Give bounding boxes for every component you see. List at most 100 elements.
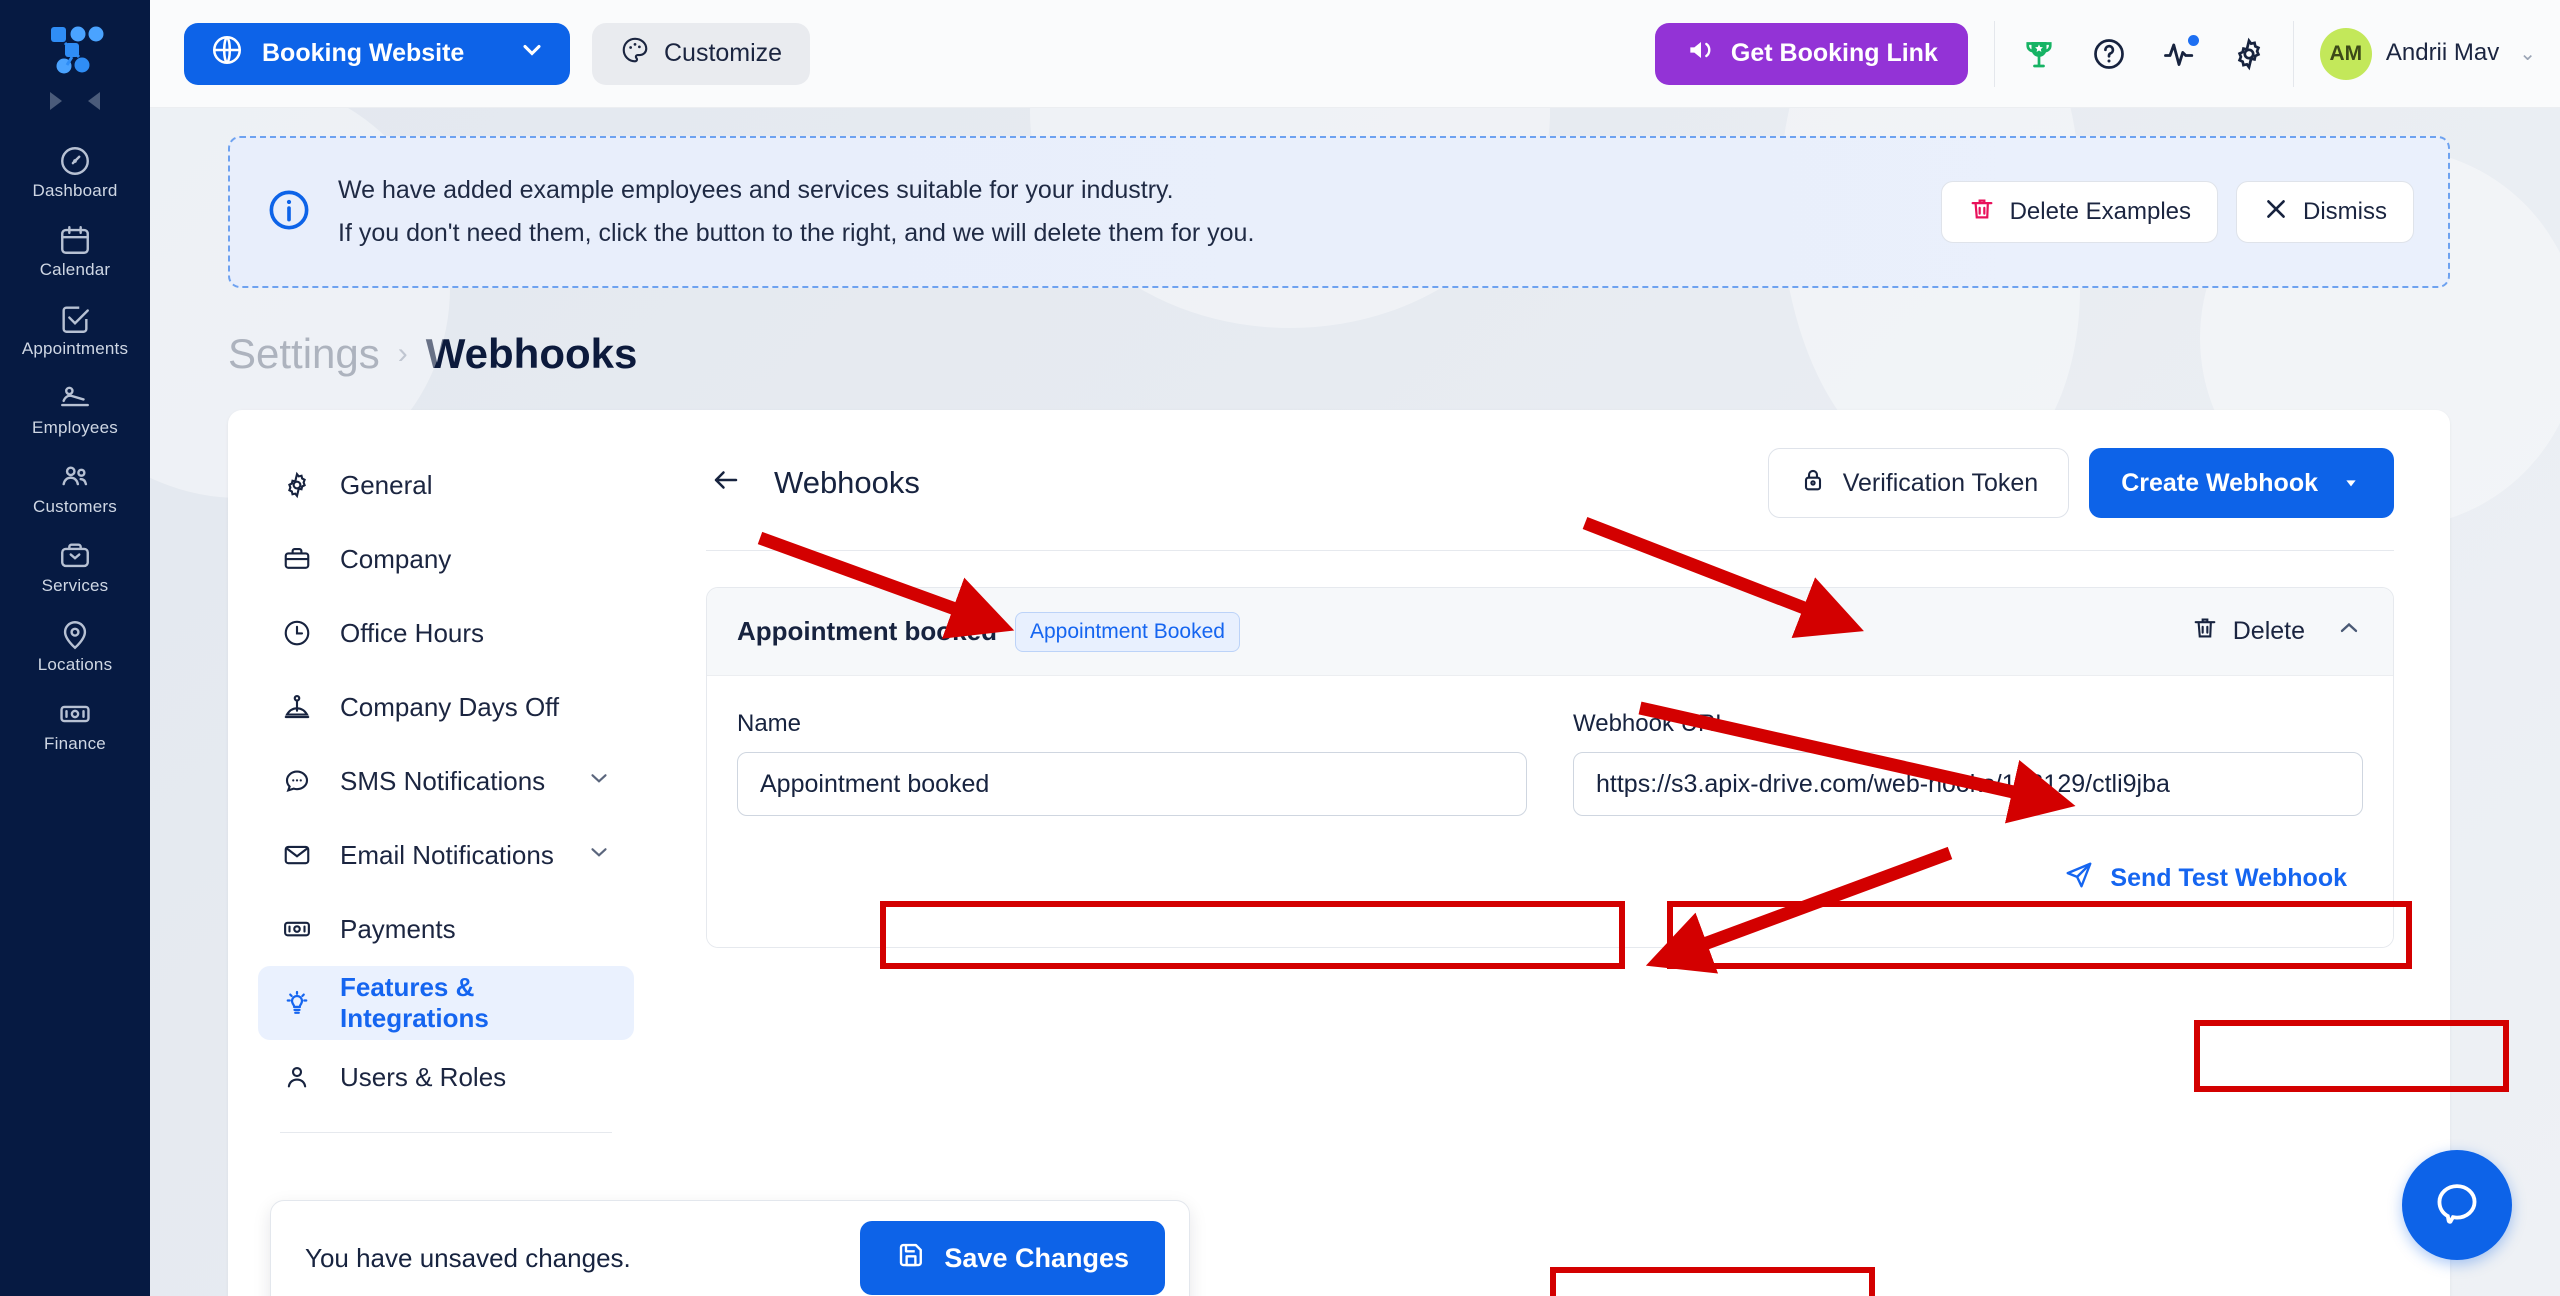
settings-item-office-hours[interactable]: Office Hours: [258, 596, 634, 670]
settings-item-label: Company: [340, 543, 452, 574]
settings-item-label: General: [340, 469, 433, 500]
sidebar-item-locations[interactable]: Locations: [0, 606, 150, 685]
trophy-icon[interactable]: [2021, 36, 2057, 72]
create-webhook-label: Create Webhook: [2121, 468, 2318, 497]
sidebar-item-label: Locations: [37, 655, 113, 674]
briefcase-icon: [280, 544, 314, 574]
sidebar-item-calendar[interactable]: Calendar: [0, 211, 150, 290]
topbar-icon-group: [2021, 34, 2267, 72]
sidebar-item-employees[interactable]: Employees: [0, 369, 150, 448]
palette-icon: [620, 35, 650, 72]
settings-item-company-days-off[interactable]: Company Days Off: [258, 670, 634, 744]
settings-item-sms-notifications[interactable]: SMS Notifications: [258, 744, 634, 818]
webhook-url-input[interactable]: [1573, 752, 2363, 816]
get-booking-link-label: Get Booking Link: [1730, 39, 1938, 67]
banner-actions: Delete Examples Dismiss: [1940, 181, 2414, 243]
webhook-name: Appointment booked: [737, 616, 997, 646]
person-icon: [280, 1062, 314, 1092]
settings-item-company[interactable]: Company: [258, 522, 634, 596]
back-arrow-icon[interactable]: [706, 465, 746, 501]
sidebar-collapse-controls[interactable]: [50, 92, 100, 110]
sidebar-item-customers[interactable]: Customers: [0, 448, 150, 527]
customize-button[interactable]: Customize: [592, 22, 811, 85]
webhook-item: Appointment booked Appointment Booked De…: [706, 587, 2394, 948]
chevron-down-icon[interactable]: [586, 765, 612, 798]
settings-item-label: Office Hours: [340, 617, 485, 648]
sidebar-item-finance[interactable]: Finance: [0, 685, 150, 764]
sidebar-item-label: Employees: [32, 418, 118, 437]
settings-item-label: Company Days Off: [340, 691, 560, 722]
sidebar-item-appointments[interactable]: Appointments: [0, 290, 150, 369]
chevron-up-icon[interactable]: [2335, 614, 2363, 649]
help-icon[interactable]: [2091, 36, 2127, 72]
sidebar-item-label: Customers: [33, 497, 117, 516]
topbar-divider: [1993, 20, 1995, 87]
panel-divider: [706, 550, 2394, 551]
page-title: Webhooks: [425, 330, 638, 377]
delete-examples-button[interactable]: Delete Examples: [1940, 181, 2218, 243]
verification-token-button[interactable]: Verification Token: [1767, 448, 2070, 518]
gear-icon: [280, 470, 314, 500]
user-name: Andrii Mav: [2385, 39, 2500, 67]
app-logo-icon[interactable]: [35, 14, 115, 84]
save-disk-icon: [896, 1240, 926, 1277]
panel-header: Webhooks Verification Token Create Webho…: [706, 448, 2394, 518]
send-icon: [2064, 860, 2094, 897]
help-chat-button[interactable]: [2402, 1150, 2512, 1260]
user-menu[interactable]: AM Andrii Mav ⌄: [2319, 27, 2536, 80]
save-changes-label: Save Changes: [944, 1242, 1129, 1273]
gear-icon[interactable]: [2231, 36, 2267, 72]
customize-label: Customize: [664, 39, 783, 67]
sidebar-item-label: Services: [41, 576, 109, 595]
close-icon: [2263, 196, 2289, 229]
get-booking-link-button[interactable]: Get Booking Link: [1654, 22, 1968, 85]
settings-item-label: SMS Notifications: [340, 765, 546, 796]
notification-dot: [2187, 34, 2199, 46]
sidebar-item-dashboard[interactable]: Dashboard: [0, 132, 150, 211]
dismiss-button[interactable]: Dismiss: [2236, 181, 2414, 243]
employee-icon: [0, 381, 150, 415]
chat-bubble-icon: [2430, 1176, 2484, 1235]
activity-icon[interactable]: [2161, 34, 2199, 72]
info-icon: [266, 187, 312, 238]
sidebar-item-label: Appointments: [21, 339, 129, 358]
delete-webhook-button[interactable]: Delete: [2191, 614, 2305, 649]
settings-item-email-notifications[interactable]: Email Notifications: [258, 818, 634, 892]
delete-examples-label: Delete Examples: [2009, 198, 2191, 225]
people-icon: [0, 460, 150, 494]
trash-icon: [1968, 195, 1996, 230]
expand-sidebar-icon[interactable]: [50, 92, 62, 110]
megaphone-icon: [1685, 34, 1717, 73]
webhook-url-label: Webhook URL: [1573, 710, 1729, 737]
webhook-item-header: Appointment booked Appointment Booked De…: [707, 588, 2393, 676]
sidebar-item-services[interactable]: Services: [0, 527, 150, 606]
save-changes-button[interactable]: Save Changes: [860, 1221, 1165, 1295]
left-sidebar: Dashboard Calendar Appointments Employee…: [0, 0, 150, 1296]
settings-card: General Company Office Hours Company Day…: [228, 410, 2450, 1296]
envelope-icon: [280, 840, 314, 870]
settings-sidebar: General Company Office Hours Company Day…: [228, 410, 664, 1296]
main-region: Booking Website Customize Get Booking Li…: [150, 0, 2560, 1296]
panel-actions: Verification Token Create Webhook: [1767, 448, 2394, 518]
webhook-actions-row: Send Test Webhook: [737, 850, 2363, 907]
webhook-item-body: Name Webhook URL: [707, 676, 2393, 947]
create-webhook-button[interactable]: Create Webhook: [2089, 448, 2394, 518]
send-test-webhook-button[interactable]: Send Test Webhook: [2048, 850, 2363, 907]
settings-item-users-roles[interactable]: Users & Roles: [258, 1040, 634, 1114]
settings-item-general[interactable]: General: [258, 448, 634, 522]
webhook-name-input[interactable]: [737, 752, 1527, 816]
example-data-banner: We have added example employees and serv…: [228, 136, 2450, 288]
send-test-webhook-label: Send Test Webhook: [2110, 864, 2347, 892]
booking-website-dropdown[interactable]: Booking Website: [184, 22, 570, 85]
chevron-down-icon[interactable]: [586, 839, 612, 872]
unsaved-changes-message: You have unsaved changes.: [305, 1242, 631, 1273]
banner-text: We have added example employees and serv…: [338, 169, 1254, 255]
verification-token-label: Verification Token: [1842, 468, 2039, 497]
sidebar-item-label: Dashboard: [32, 181, 118, 200]
banner-line-1: We have added example employees and serv…: [338, 176, 1174, 204]
settings-item-features-integrations[interactable]: Features & Integrations: [258, 966, 634, 1040]
settings-item-payments[interactable]: Payments: [258, 892, 634, 966]
webhooks-panel: Webhooks Verification Token Create Webho…: [270, 410, 2450, 1296]
collapse-sidebar-icon[interactable]: [88, 92, 100, 110]
avatar: AM: [2319, 27, 2372, 80]
